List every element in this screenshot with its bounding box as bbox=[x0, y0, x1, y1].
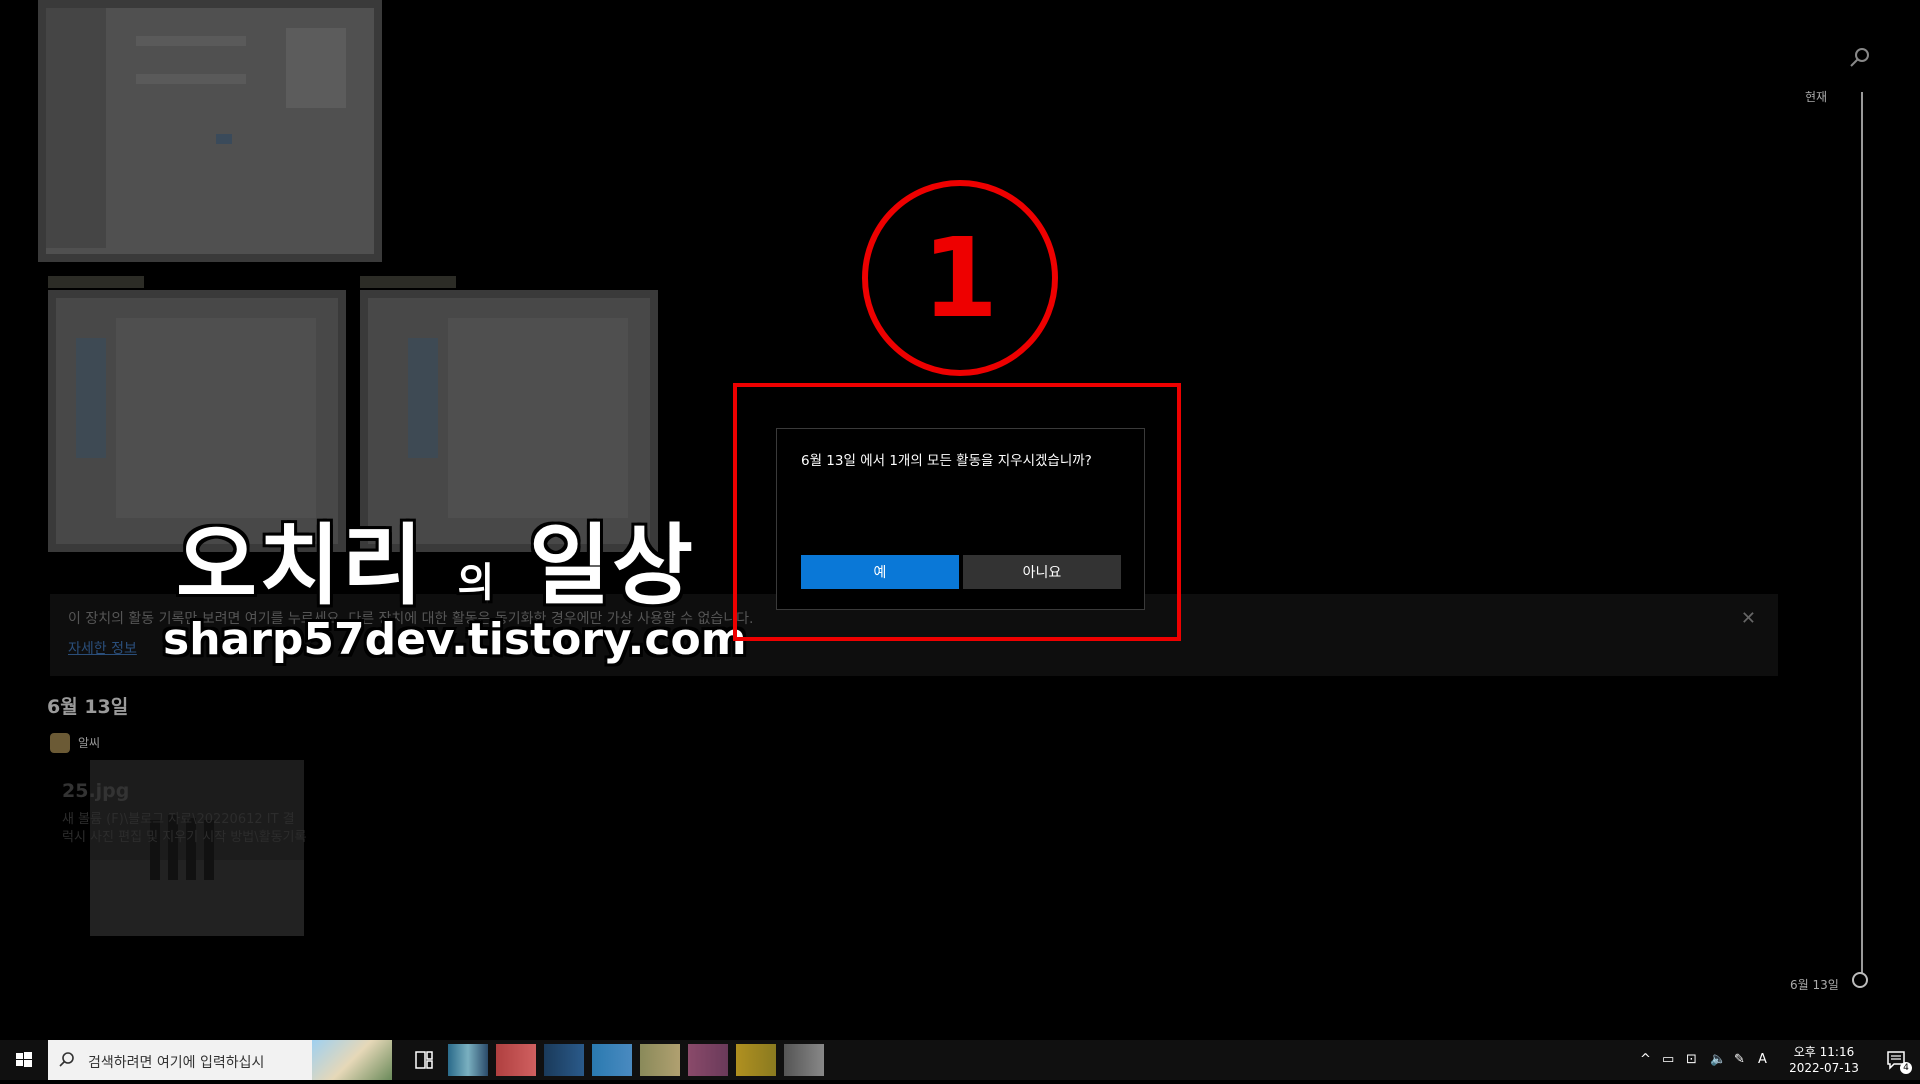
notification-center-icon[interactable]: 4 bbox=[1886, 1050, 1912, 1074]
taskbar-app[interactable] bbox=[544, 1044, 584, 1076]
battery-icon[interactable]: ▭ bbox=[1662, 1052, 1674, 1067]
timeline-now-label[interactable]: 현재 bbox=[1805, 88, 1827, 105]
search-highlight-image[interactable] bbox=[312, 1040, 392, 1080]
learn-more-link[interactable]: 자세한 정보 bbox=[68, 638, 137, 658]
close-icon[interactable]: ✕ bbox=[1741, 608, 1756, 629]
search-icon bbox=[58, 1051, 76, 1073]
clock[interactable]: 오후 11:16 2022-07-13 bbox=[1784, 1044, 1864, 1076]
task-view-icon bbox=[415, 1051, 433, 1069]
watermark-url: sharp57dev.tistory.com bbox=[163, 614, 747, 665]
start-button[interactable] bbox=[0, 1040, 48, 1080]
watermark-title: 오치리 의 일상 bbox=[176, 495, 695, 622]
timeline-knob[interactable] bbox=[1852, 972, 1868, 988]
watermark-title-end: 일상 bbox=[528, 514, 695, 617]
taskbar-app[interactable] bbox=[736, 1044, 776, 1076]
task-view-button[interactable] bbox=[404, 1040, 444, 1080]
confirm-dialog: 6월 13일 에서 1개의 모든 활동을 지우시겠습니까? 예 아니요 bbox=[776, 428, 1145, 610]
taskbar-app[interactable] bbox=[784, 1044, 824, 1076]
taskbar-app[interactable] bbox=[448, 1044, 488, 1076]
search-icon[interactable] bbox=[1846, 44, 1874, 72]
taskbar-app[interactable] bbox=[640, 1044, 680, 1076]
taskbar-app[interactable] bbox=[592, 1044, 632, 1076]
volume-icon[interactable]: 🔈 bbox=[1710, 1052, 1726, 1067]
card-path: 럭시 사진 편집 및 지우기 시작 방법\활동기록 bbox=[62, 830, 307, 845]
ime-indicator[interactable]: A bbox=[1758, 1052, 1767, 1067]
no-button[interactable]: 아니요 bbox=[963, 555, 1121, 589]
network-icon[interactable]: ⊡ bbox=[1686, 1052, 1697, 1067]
card-title: 25.jpg bbox=[62, 780, 130, 802]
annotation-number: 1 bbox=[921, 214, 999, 342]
dialog-message: 6월 13일 에서 1개의 모든 활동을 지우시겠습니까? bbox=[801, 453, 1092, 469]
app-name: 알씨 bbox=[78, 736, 101, 750]
timeline-date-label[interactable]: 6월 13일 bbox=[1790, 976, 1839, 993]
window-title-bar bbox=[48, 276, 144, 288]
clock-date: 2022-07-13 bbox=[1789, 1061, 1859, 1075]
taskbar-app[interactable] bbox=[496, 1044, 536, 1076]
windows-icon bbox=[16, 1052, 32, 1067]
window-title-bar bbox=[360, 276, 456, 288]
tray-chevron-icon[interactable]: ^ bbox=[1640, 1052, 1651, 1067]
app-icon bbox=[50, 732, 70, 753]
watermark-title-main: 오치리 bbox=[176, 514, 425, 617]
notification-count: 4 bbox=[1900, 1062, 1912, 1074]
clock-time: 오후 11:16 bbox=[1793, 1045, 1855, 1059]
date-heading: 6월 13일 bbox=[47, 696, 129, 718]
app-header: 알씨 bbox=[50, 732, 100, 754]
watermark-title-small: 의 bbox=[457, 560, 497, 606]
taskbar: 검색하려면 여기에 입력하십시 ^ ▭ ⊡ 🔈 ✎ A 오후 11:16 202… bbox=[0, 1040, 1920, 1080]
timeline-track[interactable] bbox=[1861, 92, 1863, 982]
search-placeholder: 검색하려면 여기에 입력하십시 bbox=[88, 1055, 265, 1071]
taskbar-app[interactable] bbox=[688, 1044, 728, 1076]
system-tray: ^ ▭ ⊡ 🔈 ✎ A 오후 11:16 2022-07-13 4 bbox=[1620, 1040, 1920, 1080]
yes-button[interactable]: 예 bbox=[801, 555, 959, 589]
window-thumbnail[interactable] bbox=[38, 0, 382, 262]
card-path: 새 볼륨 (F)\블로그 자료\20220612 IT 결 bbox=[62, 812, 295, 827]
search-input[interactable]: 검색하려면 여기에 입력하십시 bbox=[48, 1040, 392, 1080]
pen-icon[interactable]: ✎ bbox=[1734, 1052, 1745, 1067]
